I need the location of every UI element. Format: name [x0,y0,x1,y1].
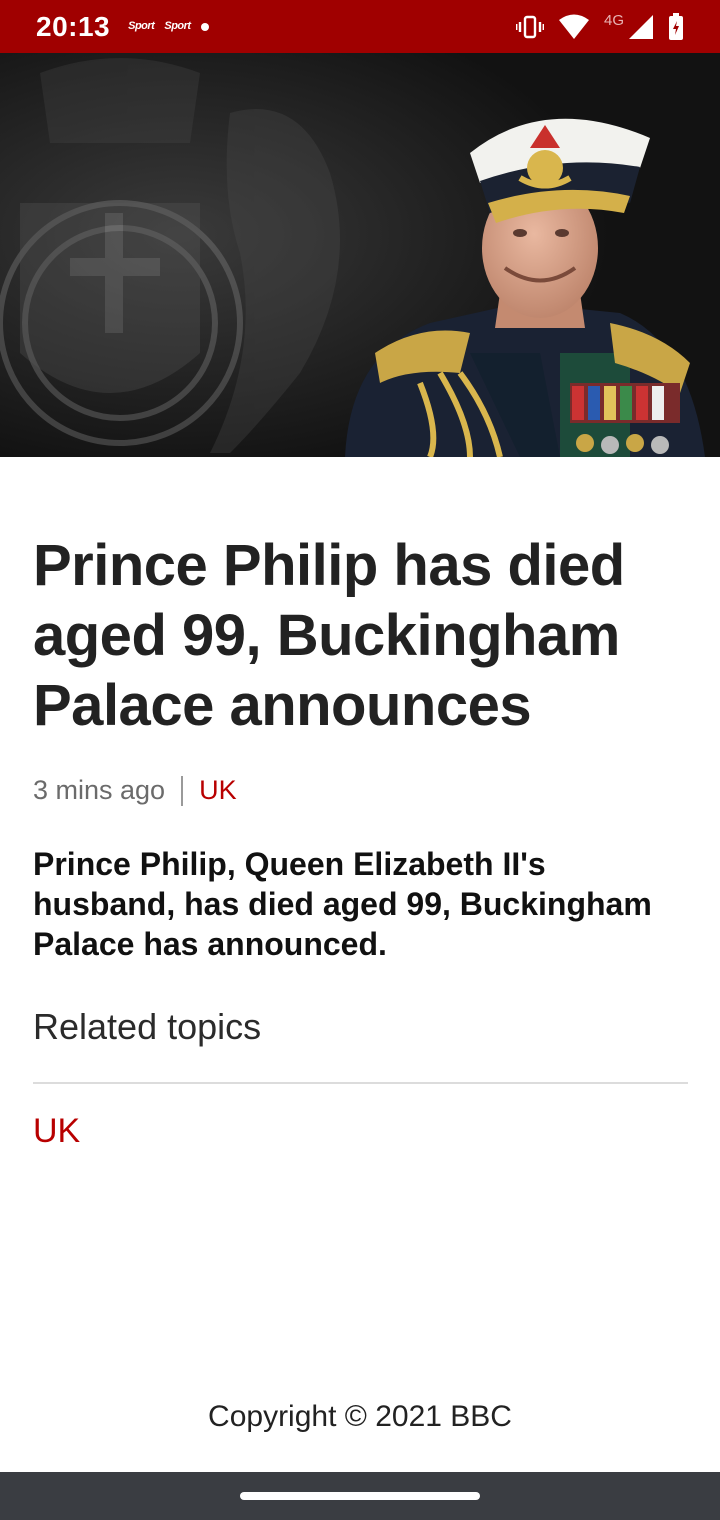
article-summary: Prince Philip, Queen Elizabeth II's husb… [33,846,652,962]
more-notifications-dot-icon [200,22,209,31]
hero-image [0,53,720,457]
navigation-bar [0,1472,720,1520]
notification-icons: Sport Sport [128,20,209,32]
home-gesture-handle[interactable] [240,1492,480,1500]
network-type-label: 4G [603,12,624,29]
related-topics-heading: Related topics [33,1006,262,1047]
divider [33,1082,688,1084]
article-meta: 3 mins ago UK [33,775,688,806]
wifi-icon [558,14,590,40]
meta-divider [181,775,184,806]
system-icons: 4G [515,12,684,41]
related-topic-uk-link[interactable]: UK [33,1112,688,1151]
sport-app-icon: Sport [164,20,191,32]
battery-icon [668,12,684,41]
sport-app-icon: Sport [128,20,155,32]
copyright-text: Copyright © 2021 BBC [208,1400,512,1433]
status-bar: 20:13 Sport Sport 4G [0,0,720,53]
screen: 20:13 Sport Sport 4G Prince Philip has d… [0,0,720,1520]
article-headline: Prince Philip has died aged 99, Buckingh… [33,533,625,738]
cell-signal-icon [628,14,654,40]
article-content: Prince Philip has died aged 99, Buckingh… [33,457,688,1151]
article-topic-link[interactable]: UK [199,775,237,806]
article-timestamp: 3 mins ago [33,775,166,805]
status-time: 20:13 [36,10,111,42]
portrait-image [0,53,720,457]
vibrate-icon [515,15,544,39]
